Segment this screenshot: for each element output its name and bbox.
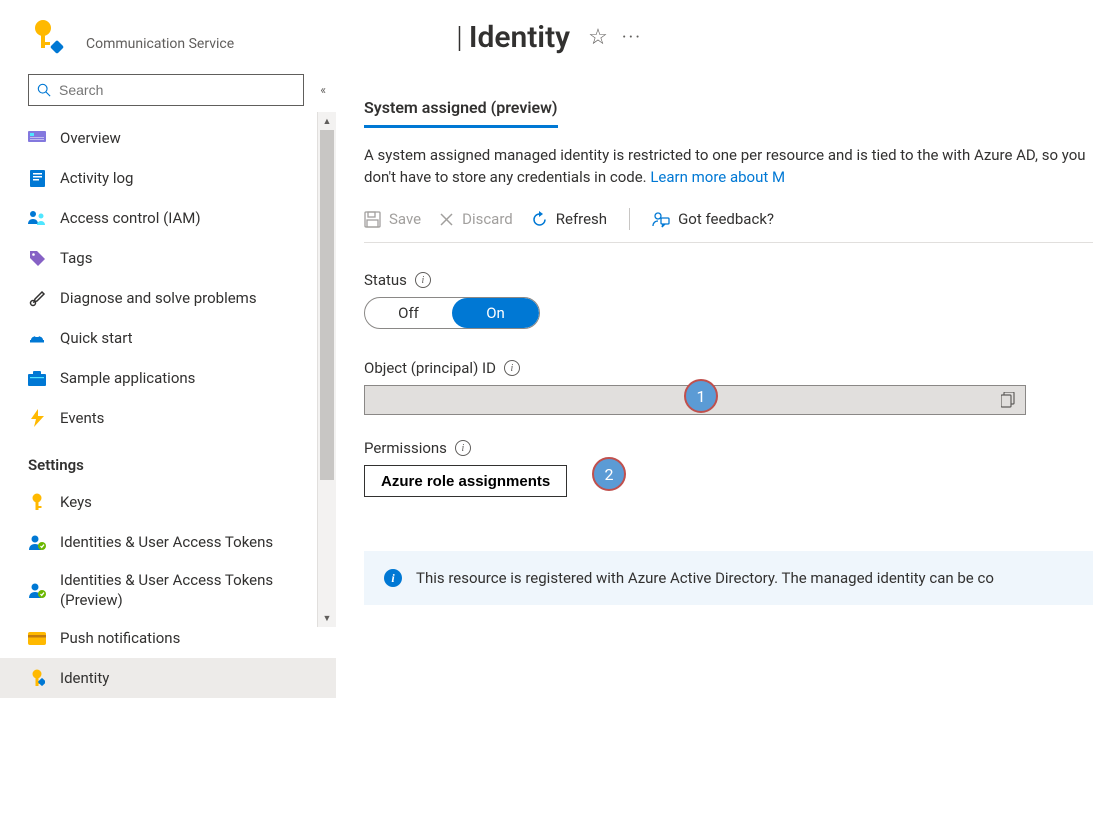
status-label-row: Status i: [364, 271, 1093, 289]
body-layout: « Overview Activity log Access control (…: [0, 74, 1093, 814]
status-label: Status: [364, 271, 407, 289]
scroll-up-icon[interactable]: ▲: [318, 112, 336, 130]
save-button[interactable]: Save: [364, 210, 421, 228]
discard-label: Discard: [462, 210, 513, 228]
info-banner-icon: i: [384, 569, 402, 587]
sidebar-scroll: Overview Activity log Access control (IA…: [0, 112, 336, 814]
sidebar-item-events[interactable]: Events: [0, 398, 336, 438]
sidebar-item-identities-preview[interactable]: Identities & User Access Tokens (Preview…: [0, 562, 336, 618]
feedback-label: Got feedback?: [678, 210, 774, 228]
sidebar-item-label: Keys: [60, 493, 92, 511]
sidebar-item-sample-apps[interactable]: Sample applications: [0, 358, 336, 398]
permissions-label-row: Permissions i: [364, 439, 1093, 457]
sidebar-item-access-control[interactable]: Access control (IAM): [0, 198, 336, 238]
status-toggle[interactable]: Off On: [364, 297, 540, 329]
sidebar-item-diagnose[interactable]: Diagnose and solve problems: [0, 278, 336, 318]
sidebar-item-identities[interactable]: Identities & User Access Tokens: [0, 522, 336, 562]
page-title: Identity: [469, 20, 570, 55]
tab-system-assigned[interactable]: System assigned (preview): [364, 92, 558, 128]
sidebar-scrollbar[interactable]: ▲ ▼: [317, 112, 336, 627]
info-banner: i This resource is registered with Azure…: [364, 551, 1093, 605]
keys-icon: [28, 493, 46, 511]
nav-list: Overview Activity log Access control (IA…: [0, 112, 336, 704]
sidebar-search-row: «: [0, 74, 336, 112]
sidebar-item-label: Overview: [60, 129, 121, 147]
main-content: System assigned (preview) A system assig…: [336, 74, 1093, 814]
sidebar-item-activity-log[interactable]: Activity log: [0, 158, 336, 198]
sidebar-item-label: Diagnose and solve problems: [60, 289, 257, 307]
sidebar-item-label: Events: [60, 409, 104, 427]
sidebar-item-label: Identities & User Access Tokens: [60, 533, 273, 551]
favorite-star-icon[interactable]: ☆: [588, 25, 608, 50]
sample-apps-icon: [28, 369, 46, 387]
object-id-label-row: Object (principal) ID i: [364, 359, 1093, 377]
description-text: A system assigned managed identity is re…: [364, 144, 1093, 188]
discard-button[interactable]: Discard: [439, 210, 513, 228]
permissions-label: Permissions: [364, 439, 447, 457]
sidebar-item-overview[interactable]: Overview: [0, 118, 336, 158]
events-icon: [28, 409, 46, 427]
sidebar-item-label: Activity log: [60, 169, 133, 187]
sidebar-item-label: Push notifications: [60, 629, 180, 647]
refresh-button[interactable]: Refresh: [531, 210, 607, 228]
sidebar-item-push[interactable]: Push notifications: [0, 618, 336, 658]
save-icon: [364, 211, 381, 228]
discard-icon: [439, 212, 454, 227]
diagnose-icon: [28, 289, 46, 307]
title-separator: |: [456, 20, 463, 55]
info-banner-text: This resource is registered with Azure A…: [416, 569, 994, 587]
page-header: Communication Service | Identity ☆ ···: [0, 0, 1093, 74]
service-type-label: Communication Service: [86, 22, 234, 52]
sidebar-item-label: Identities & User Access Tokens (Preview…: [60, 570, 326, 610]
app-root: Communication Service | Identity ☆ ··· «: [0, 0, 1093, 814]
access-control-icon: [28, 209, 46, 227]
toggle-on[interactable]: On: [452, 298, 539, 328]
overview-icon: [28, 129, 46, 147]
azure-role-assignments-button[interactable]: Azure role assignments: [364, 465, 567, 497]
tags-icon: [28, 249, 46, 267]
sidebar-item-quick-start[interactable]: Quick start: [0, 318, 336, 358]
annotation-badge-1: 1: [684, 379, 718, 413]
service-key-icon: [28, 18, 66, 56]
sidebar-section-settings: Settings: [0, 438, 336, 482]
toolbar: Save Discard Refresh Got feedback?: [364, 208, 1093, 243]
sidebar-item-keys[interactable]: Keys: [0, 482, 336, 522]
identities-preview-icon: [28, 581, 46, 599]
toolbar-divider: [629, 208, 630, 230]
toggle-off[interactable]: Off: [365, 298, 452, 328]
feedback-icon: [652, 211, 670, 228]
identity-icon: [28, 669, 46, 687]
quick-start-icon: [28, 329, 46, 347]
identities-icon: [28, 533, 46, 551]
copy-icon[interactable]: [991, 392, 1025, 408]
more-actions-icon[interactable]: ···: [622, 27, 642, 48]
activity-log-icon: [28, 169, 46, 187]
info-icon[interactable]: i: [455, 440, 471, 456]
sidebar-item-tags[interactable]: Tags: [0, 238, 336, 278]
collapse-sidebar-icon[interactable]: «: [316, 79, 330, 101]
refresh-icon: [531, 211, 548, 228]
feedback-button[interactable]: Got feedback?: [652, 210, 774, 228]
info-icon[interactable]: i: [415, 272, 431, 288]
sidebar-item-label: Identity: [60, 669, 109, 687]
scroll-down-icon[interactable]: ▼: [318, 609, 336, 627]
refresh-label: Refresh: [556, 210, 607, 228]
annotation-badge-2: 2: [592, 457, 626, 491]
sidebar-item-label: Access control (IAM): [60, 209, 201, 227]
push-icon: [28, 629, 46, 647]
scroll-thumb[interactable]: [320, 130, 334, 480]
sidebar-item-label: Sample applications: [60, 369, 195, 387]
search-icon: [37, 83, 51, 97]
sidebar-item-label: Tags: [60, 249, 92, 267]
sidebar-item-label: Quick start: [60, 329, 133, 347]
search-box[interactable]: [28, 74, 304, 106]
sidebar-item-identity[interactable]: Identity: [0, 658, 336, 698]
learn-more-link[interactable]: Learn more about M: [650, 168, 785, 186]
tab-row: System assigned (preview): [364, 92, 1093, 128]
search-input[interactable]: [57, 81, 295, 99]
info-icon[interactable]: i: [504, 360, 520, 376]
save-label: Save: [389, 210, 421, 228]
sidebar: « Overview Activity log Access control (…: [0, 74, 336, 814]
object-id-label: Object (principal) ID: [364, 359, 496, 377]
